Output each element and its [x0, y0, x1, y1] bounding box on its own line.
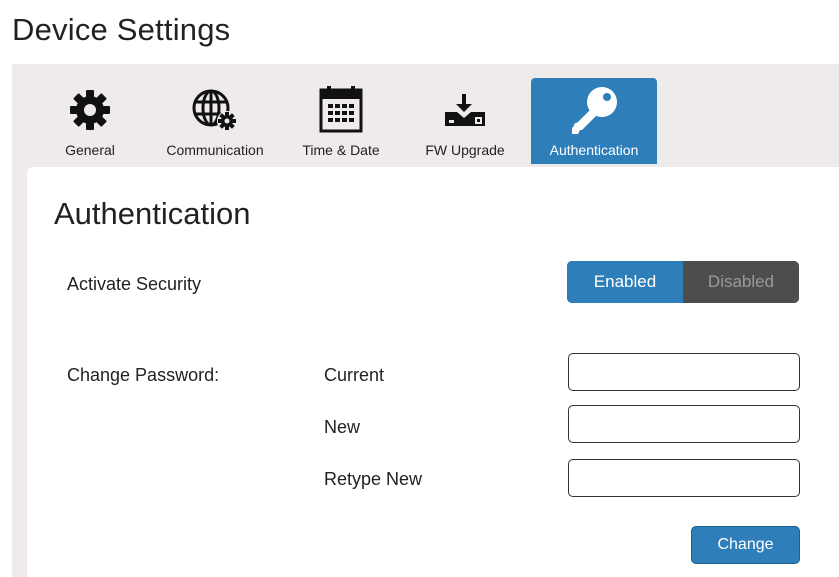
tab-communication-label: Communication — [166, 142, 264, 158]
new-password-field[interactable] — [568, 405, 800, 443]
tab-time-date-label: Time & Date — [302, 142, 380, 158]
change-password-label: Change Password: — [67, 365, 220, 385]
tab-time-date[interactable]: Time & Date — [292, 78, 390, 164]
retype-password-label: Retype New — [324, 469, 423, 489]
tab-general[interactable]: General — [54, 78, 126, 164]
change-password-button[interactable]: Change — [691, 526, 800, 564]
retype-password-field[interactable] — [568, 459, 800, 497]
calendar-icon — [318, 86, 364, 134]
security-disabled-option[interactable]: Disabled — [683, 261, 799, 303]
tab-fw-upgrade-label: FW Upgrade — [425, 142, 505, 158]
tab-authentication-label: Authentication — [549, 142, 639, 158]
security-enabled-option[interactable]: Enabled — [567, 261, 683, 303]
section-title: Authentication — [54, 196, 251, 231]
tab-authentication[interactable]: Authentication — [531, 78, 657, 164]
current-password-label: Current — [324, 365, 385, 385]
gear-icon — [68, 86, 112, 134]
tab-communication[interactable]: Communication — [152, 78, 278, 164]
firmware-upload-icon — [441, 86, 489, 134]
new-password-label: New — [324, 417, 361, 437]
security-toggle[interactable]: Enabled Disabled — [567, 261, 799, 303]
key-icon — [566, 86, 622, 134]
current-password-field[interactable] — [568, 353, 800, 391]
tab-fw-upgrade[interactable]: FW Upgrade — [410, 78, 520, 164]
globe-gear-icon — [190, 86, 240, 134]
page-title: Device Settings — [12, 12, 231, 47]
tab-general-label: General — [65, 142, 115, 158]
activate-security-label: Activate Security — [67, 274, 202, 294]
